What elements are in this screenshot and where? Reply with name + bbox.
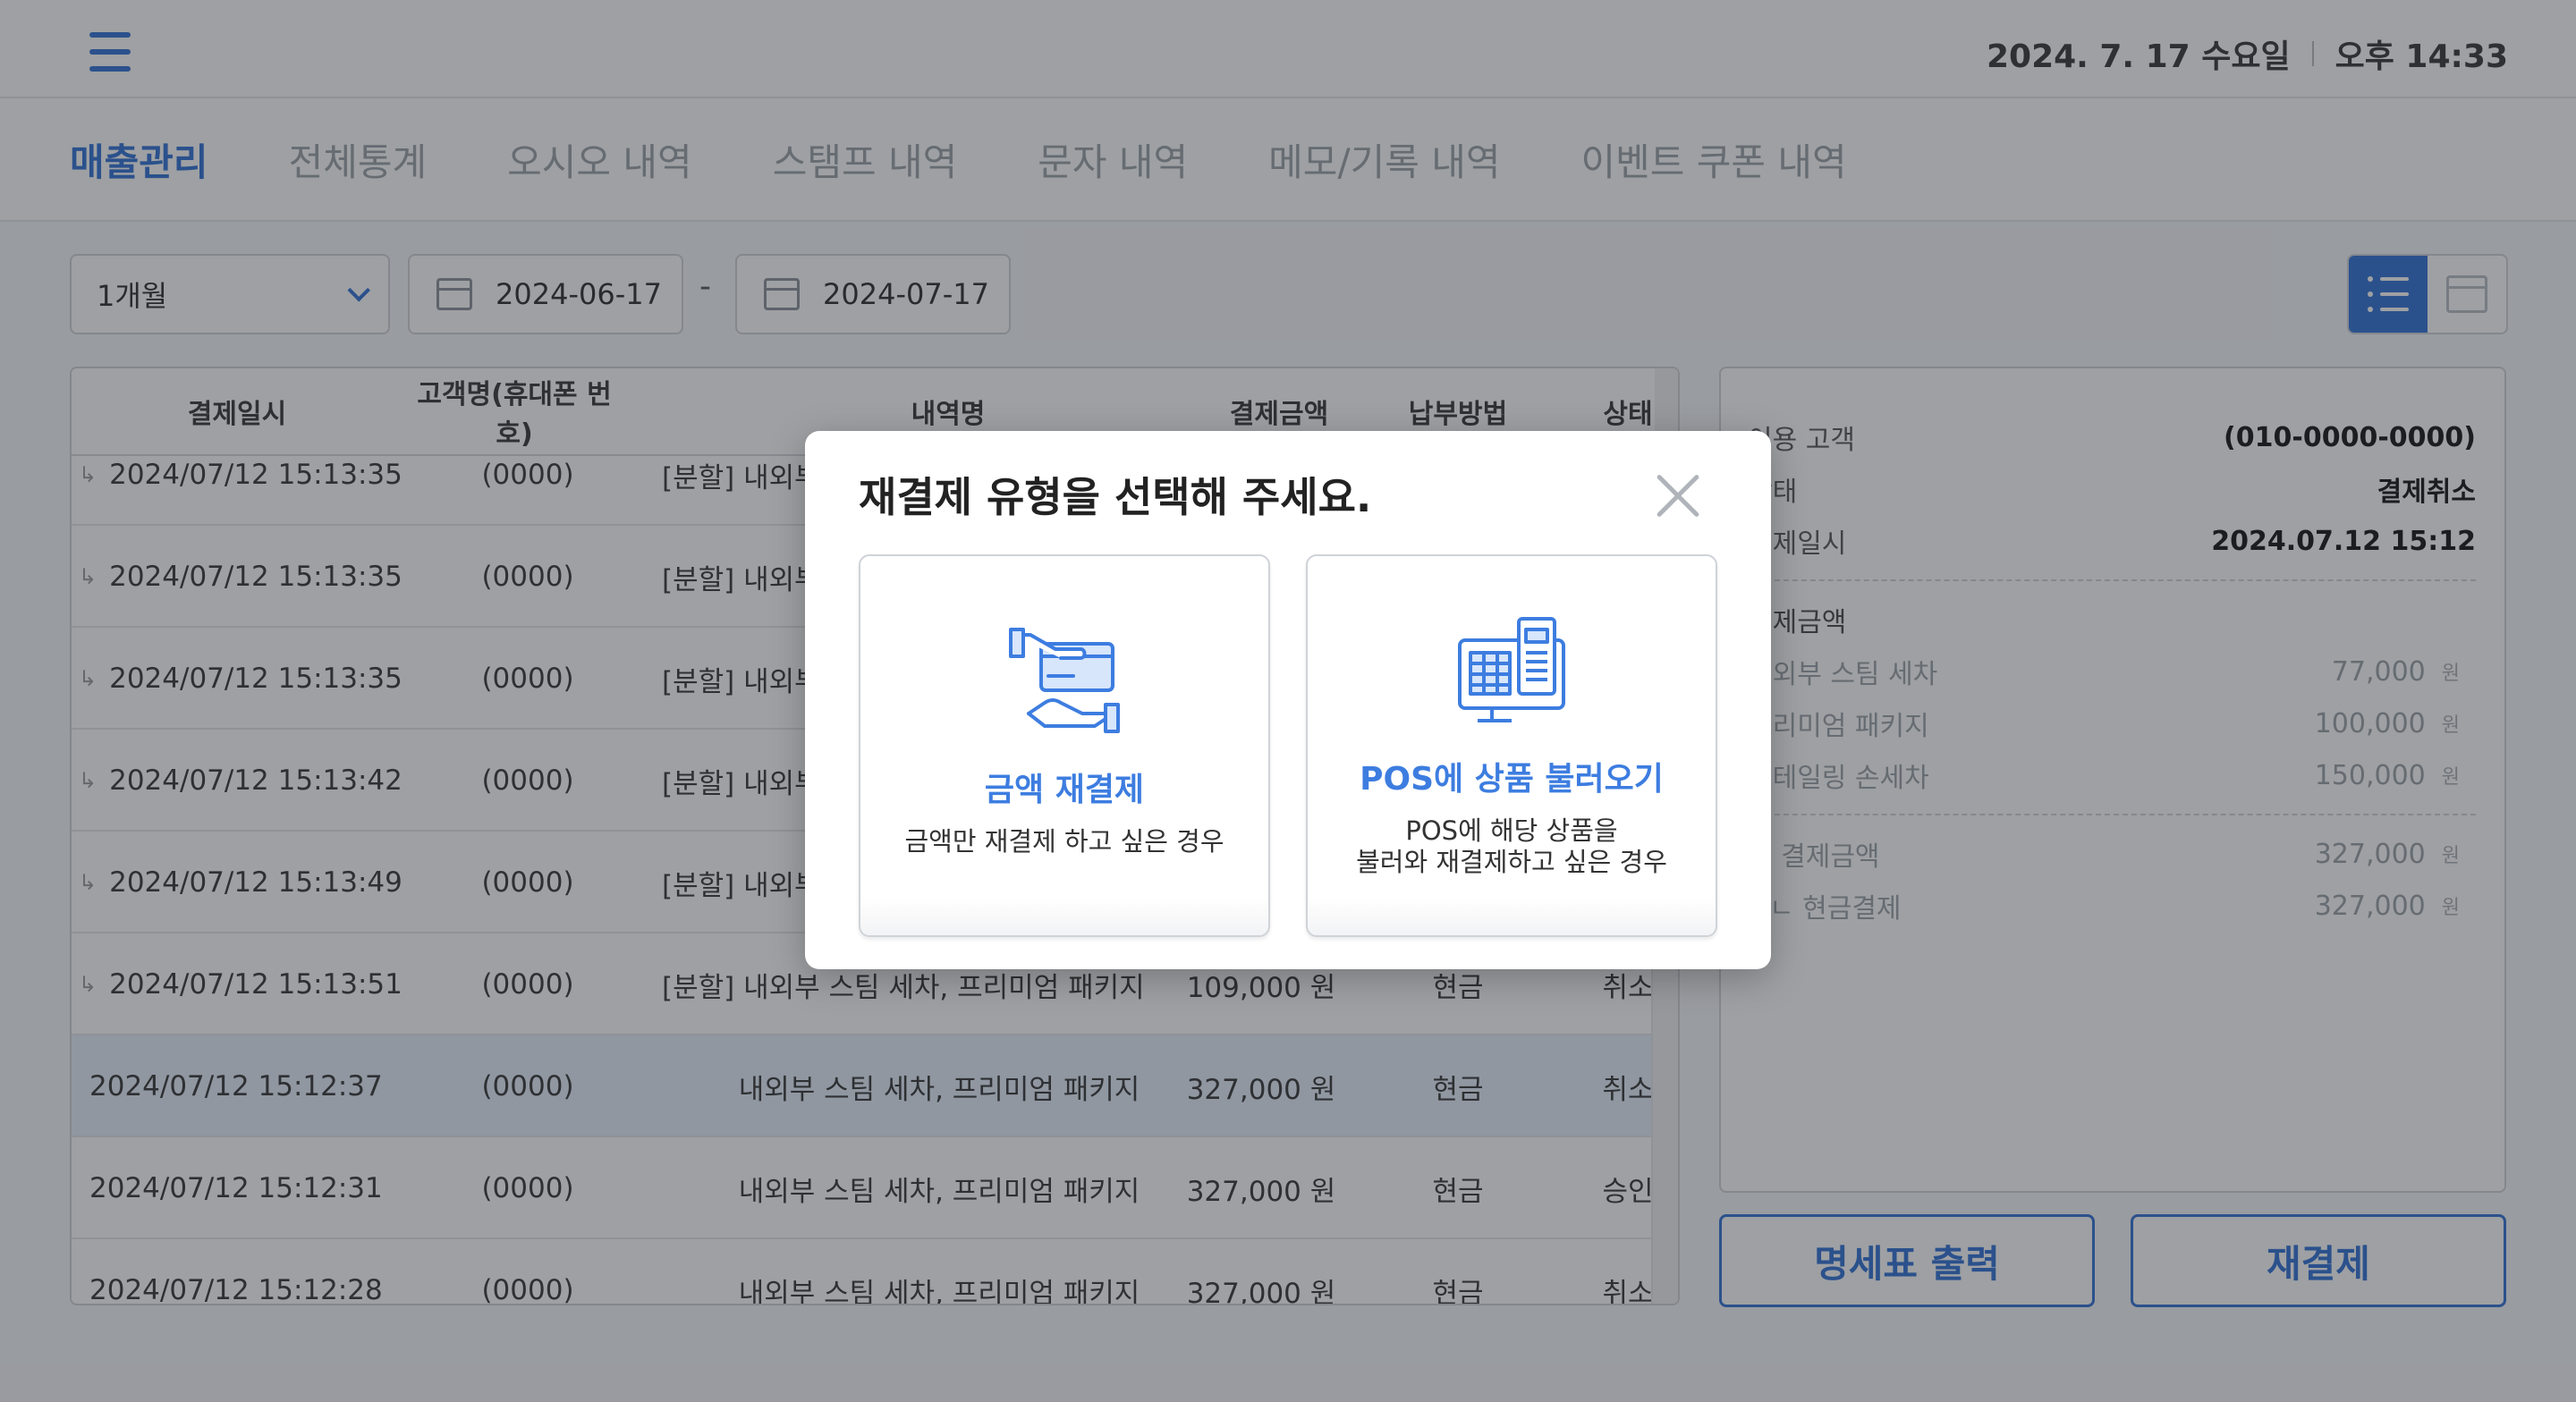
pos-load-title: POS에 상품 불러오기	[1360, 761, 1664, 798]
amount-repay-title: 금액 재결제	[984, 772, 1145, 808]
modal-title: 재결제 유형을 선택해 주세요.	[859, 473, 1372, 521]
pos-terminal-icon	[1458, 617, 1565, 722]
pos-load-option[interactable]: POS에 상품 불러오기 POS에 해당 상품을 불러와 재결제하고 싶은 경우	[1306, 554, 1717, 937]
card-payment-icon	[1009, 628, 1120, 733]
repay-type-modal: 재결제 유형을 선택해 주세요. 금액 재결제 금액만 재결제 하고 싶은 경우	[805, 431, 1771, 969]
amount-repay-option[interactable]: 금액 재결제 금액만 재결제 하고 싶은 경우	[859, 554, 1270, 937]
close-icon[interactable]	[1655, 472, 1701, 519]
amount-repay-desc: 금액만 재결제 하고 싶은 경우	[904, 826, 1224, 857]
pos-load-desc: POS에 해당 상품을 불러와 재결제하고 싶은 경우	[1356, 815, 1667, 877]
